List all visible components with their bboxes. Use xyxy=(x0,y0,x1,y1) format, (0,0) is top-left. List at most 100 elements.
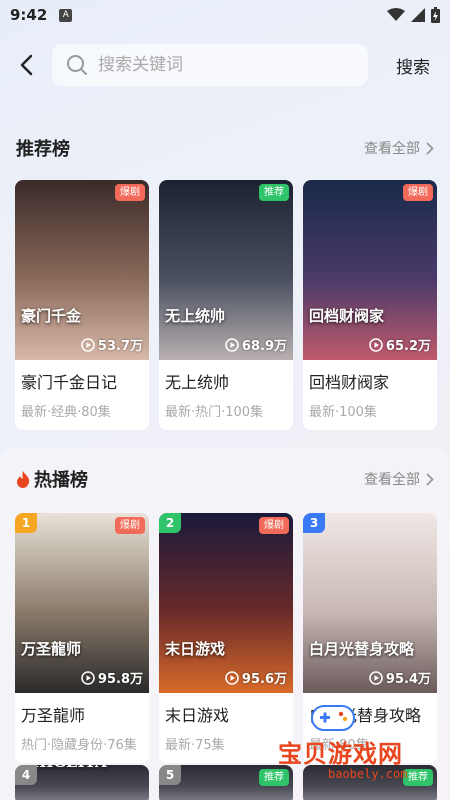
play-icon xyxy=(81,670,95,685)
play-count-value: 95.8万 xyxy=(97,672,143,687)
play-count: 95.4万 xyxy=(369,668,431,687)
poster-art xyxy=(303,180,437,360)
rank-badge: 5 xyxy=(159,765,181,785)
card-meta: 最新·80集 xyxy=(309,738,369,753)
search-icon xyxy=(67,55,87,75)
poster-text: 无上统帅 xyxy=(165,307,226,325)
status-time: 9:42 xyxy=(10,6,48,24)
play-count: 65.2万 xyxy=(369,335,431,354)
play-icon xyxy=(369,670,383,685)
card-title: 万圣龍师 xyxy=(21,706,86,725)
card-title: 无上统帅 xyxy=(165,373,230,392)
rank-badge: 2 xyxy=(159,513,181,533)
hot-list-next: DEEPING THIGEITA4 5 推荐 推荐 xyxy=(15,765,437,800)
poster-image: 无上统帅 推荐 68.9万 xyxy=(159,180,293,360)
poster-image: DEEPING THIGEITA4 xyxy=(15,765,149,800)
play-count-value: 95.6万 xyxy=(241,672,287,687)
tag-badge: 爆剧 xyxy=(403,184,433,201)
card-meta: 最新·热门·100集 xyxy=(165,405,264,420)
poster-image: 回档财阀家 爆剧 65.2万 xyxy=(303,180,437,360)
card-meta: 最新·100集 xyxy=(309,405,377,420)
card-title: 豪门千金日记 xyxy=(21,373,118,392)
drama-card[interactable]: 无上统帅 推荐 68.9万 无上统帅 最新·热门·100集 xyxy=(159,180,293,430)
card-title: 回档财阀家 xyxy=(309,373,390,392)
play-count: 68.9万 xyxy=(225,335,287,354)
poster-text: 万圣龍师 xyxy=(21,640,82,658)
tag-badge: 爆剧 xyxy=(115,517,145,534)
card-meta: 最新·经典·80集 xyxy=(21,405,111,420)
poster-image: 5 推荐 xyxy=(159,765,293,800)
search-row: 搜索 xyxy=(0,42,450,88)
card-title: 白月光替身攻略 xyxy=(309,706,422,725)
tag-badge: 推荐 xyxy=(259,184,289,201)
status-bar: 9:42 A xyxy=(0,0,450,30)
back-button[interactable] xyxy=(0,42,52,88)
play-count-value: 95.4万 xyxy=(385,672,431,687)
wifi-icon xyxy=(387,8,405,21)
tag-badge: 推荐 xyxy=(403,769,433,786)
tag-badge: 爆剧 xyxy=(259,517,289,534)
hot-view-all[interactable]: 查看全部 xyxy=(364,469,434,489)
recommend-title: 推荐榜 xyxy=(16,139,70,160)
play-icon xyxy=(369,337,383,352)
poster-image: 豪门千金 爆剧 53.7万 xyxy=(15,180,149,360)
drama-card[interactable]: 末日游戏 2 爆剧 95.6万 末日游戏 最新·75集 xyxy=(159,513,293,763)
poster-image: 万圣龍师 1 爆剧 95.8万 xyxy=(15,513,149,693)
battery-icon xyxy=(431,7,440,23)
view-all-label: 查看全部 xyxy=(364,141,420,157)
search-input[interactable] xyxy=(98,55,348,75)
search-button[interactable]: 搜索 xyxy=(396,53,430,78)
hot-list: 万圣龍师 1 爆剧 95.8万 万圣龍师 热门·隐藏身份·76集 末日游戏 2 爆剧 95.6万末… xyxy=(15,513,437,763)
play-icon xyxy=(225,670,239,685)
play-count-value: 53.7万 xyxy=(97,339,143,354)
view-all-label: 查看全部 xyxy=(364,472,420,488)
play-count-value: 68.9万 xyxy=(241,339,287,354)
poster-text: 末日游戏 xyxy=(165,640,226,658)
poster-image: 白月光替身攻略 3 95.4万 xyxy=(303,513,437,693)
chevron-right-icon xyxy=(426,142,434,154)
card-meta: 最新·75集 xyxy=(165,738,225,753)
play-count: 95.8万 xyxy=(81,668,143,687)
poster-art xyxy=(303,513,437,693)
hot-title-wrap: 热播榜 xyxy=(16,466,88,492)
notification-icon: A xyxy=(59,8,73,22)
status-icons xyxy=(387,7,440,23)
play-count: 53.7万 xyxy=(81,335,143,354)
poster-art xyxy=(159,180,293,360)
play-icon xyxy=(81,337,95,352)
chevron-left-icon xyxy=(20,54,33,76)
signal-icon xyxy=(411,8,425,22)
poster-image: 推荐 xyxy=(303,765,437,800)
search-box[interactable] xyxy=(52,44,368,86)
hot-header: 热播榜 查看全部 xyxy=(16,464,434,494)
play-count: 95.6万 xyxy=(225,668,287,687)
drama-card[interactable]: 白月光替身攻略 3 95.4万 白月光替身攻略 最新·80集 xyxy=(303,513,437,763)
drama-card[interactable]: 豪门千金 爆剧 53.7万豪门千金日记最新·经典·80集 xyxy=(15,180,149,430)
poster-text: 豪门千金 xyxy=(21,307,82,325)
rank-badge: 1 xyxy=(15,513,37,533)
drama-card[interactable]: 回档财阀家 爆剧 65.2万 回档财阀家 最新·100集 xyxy=(303,180,437,430)
poster-art xyxy=(159,513,293,693)
flame-icon xyxy=(17,470,30,488)
tag-badge: 推荐 xyxy=(259,769,289,786)
chevron-right-icon xyxy=(426,473,434,485)
rank-badge: 4 xyxy=(15,765,37,785)
play-count-value: 65.2万 xyxy=(385,339,431,354)
poster-art xyxy=(15,180,149,360)
recommend-view-all[interactable]: 查看全部 xyxy=(364,138,434,158)
poster-text: 回档财阀家 xyxy=(309,307,385,325)
drama-card-partial[interactable]: DEEPING THIGEITA4 xyxy=(15,765,149,800)
recommend-header: 推荐榜 查看全部 xyxy=(16,133,434,163)
drama-card-partial[interactable]: 5 推荐 xyxy=(159,765,293,800)
poster-text: 白月光替身攻略 xyxy=(309,640,415,658)
recommend-list: 豪门千金 爆剧 53.7万 豪门千金日记 最新·经典·80集 无上统帅 推荐 68.9万 无上统… xyxy=(15,180,437,430)
poster-art xyxy=(15,513,149,693)
poster-text: DEEPING THIGEITA xyxy=(21,765,143,771)
rank-badge: 3 xyxy=(303,513,325,533)
drama-card[interactable]: 万圣龍师 1 爆剧 95.8万 万圣龍师 热门·隐藏身份·76集 xyxy=(15,513,149,763)
hot-title: 热播榜 xyxy=(34,470,88,491)
drama-card-partial[interactable]: 推荐 xyxy=(303,765,437,800)
play-icon xyxy=(225,337,239,352)
card-title: 末日游戏 xyxy=(165,706,230,725)
tag-badge: 爆剧 xyxy=(115,184,145,201)
